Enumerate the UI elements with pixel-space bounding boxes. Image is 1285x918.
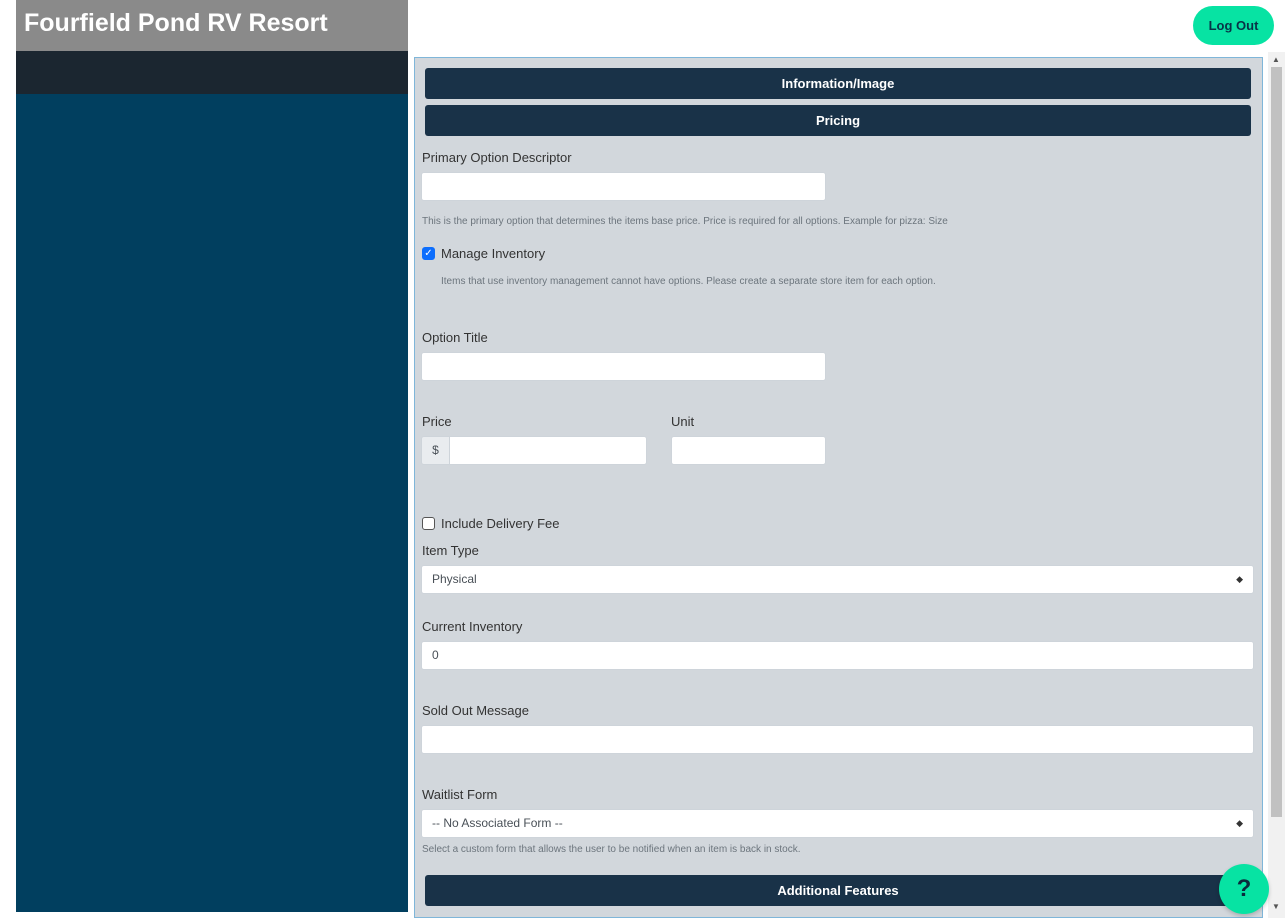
- unit-input[interactable]: [671, 436, 826, 465]
- waitlist-label: Waitlist Form: [422, 787, 498, 802]
- sold-out-label: Sold Out Message: [422, 703, 529, 718]
- price-label: Price: [422, 414, 452, 429]
- sold-out-input[interactable]: [421, 725, 1254, 754]
- manage-inventory-help: Items that use inventory management cann…: [441, 276, 936, 287]
- waitlist-help: Select a custom form that allows the use…: [422, 844, 801, 855]
- select-caret-icon: ◆: [1236, 574, 1243, 584]
- price-input[interactable]: [449, 436, 647, 465]
- sidebar-nav-bar: [16, 51, 408, 94]
- unit-label: Unit: [671, 414, 695, 429]
- delivery-fee-label: Include Delivery Fee: [441, 516, 560, 531]
- primary-option-input[interactable]: [421, 172, 826, 201]
- scroll-up-arrow-icon[interactable]: ▲: [1272, 55, 1280, 64]
- waitlist-select[interactable]: -- No Associated Form -- ◆: [421, 809, 1254, 838]
- scrollbar[interactable]: ▲ ▼: [1268, 52, 1285, 918]
- item-editor-panel: Information/Image Pricing Primary Option…: [414, 57, 1263, 918]
- item-type-label: Item Type: [422, 543, 479, 558]
- manage-inventory-label: Manage Inventory: [441, 246, 546, 261]
- sidebar: Fourfield Pond RV Resort: [16, 0, 408, 912]
- help-button[interactable]: ?: [1219, 864, 1269, 914]
- primary-option-help: This is the primary option that determin…: [422, 216, 948, 227]
- current-inventory-input[interactable]: 0: [421, 641, 1254, 670]
- section-pricing[interactable]: Pricing: [425, 105, 1251, 136]
- scroll-thumb[interactable]: [1271, 67, 1282, 817]
- item-type-select[interactable]: Physical ◆: [421, 565, 1254, 594]
- waitlist-value: -- No Associated Form --: [432, 816, 563, 830]
- item-type-value: Physical: [432, 572, 477, 586]
- price-currency-prefix: $: [421, 436, 450, 465]
- manage-inventory-checkbox[interactable]: ✓: [422, 247, 435, 260]
- section-information-image[interactable]: Information/Image: [425, 68, 1251, 99]
- option-title-input[interactable]: [421, 352, 826, 381]
- delivery-fee-checkbox[interactable]: [422, 517, 435, 530]
- app-title: Fourfield Pond RV Resort: [16, 0, 408, 51]
- primary-option-label: Primary Option Descriptor: [422, 150, 572, 165]
- select-caret-icon: ◆: [1236, 818, 1243, 828]
- logout-button[interactable]: Log Out: [1193, 6, 1274, 45]
- scroll-down-arrow-icon[interactable]: ▼: [1272, 902, 1280, 911]
- option-title-label: Option Title: [422, 330, 488, 345]
- section-additional-features[interactable]: Additional Features: [425, 875, 1251, 906]
- current-inventory-label: Current Inventory: [422, 619, 523, 634]
